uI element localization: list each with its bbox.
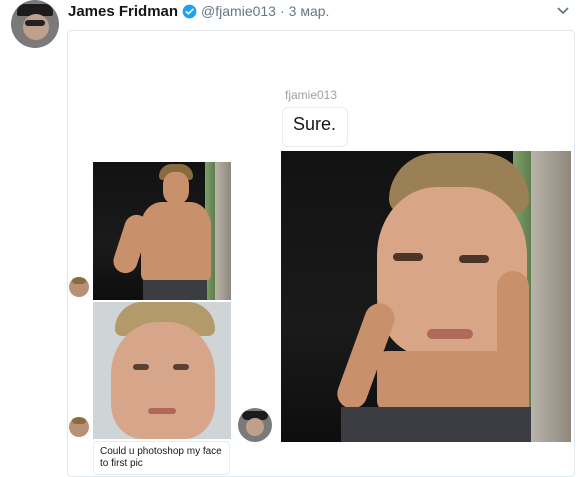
verified-badge-icon [182, 4, 197, 19]
reply-bubble: Sure. [282, 107, 348, 147]
author-avatar[interactable] [11, 0, 59, 48]
request-bubble: Could u photoshop my face to first pic [93, 441, 230, 475]
chevron-down-icon[interactable] [556, 3, 570, 17]
chat-user-avatar-2 [69, 417, 89, 437]
edited-photo[interactable] [281, 151, 571, 442]
chat-photo-2[interactable] [93, 302, 231, 439]
reply-text: Sure. [293, 114, 337, 134]
author-name[interactable]: James Fridman [68, 3, 178, 20]
tweet-date[interactable]: 3 мар. [289, 3, 330, 19]
reply-avatar [238, 408, 272, 442]
chat-user-avatar-1 [69, 277, 89, 297]
tweet-header: James Fridman @fjamie013 · 3 мар. [68, 1, 329, 21]
meta-separator: · [279, 3, 285, 19]
reply-sender-label: fjamie013 [285, 88, 338, 102]
author-handle[interactable]: @fjamie013 [201, 3, 276, 19]
chat-photo-1[interactable] [93, 162, 231, 300]
request-text: Could u photoshop my face to first pic [100, 446, 222, 469]
